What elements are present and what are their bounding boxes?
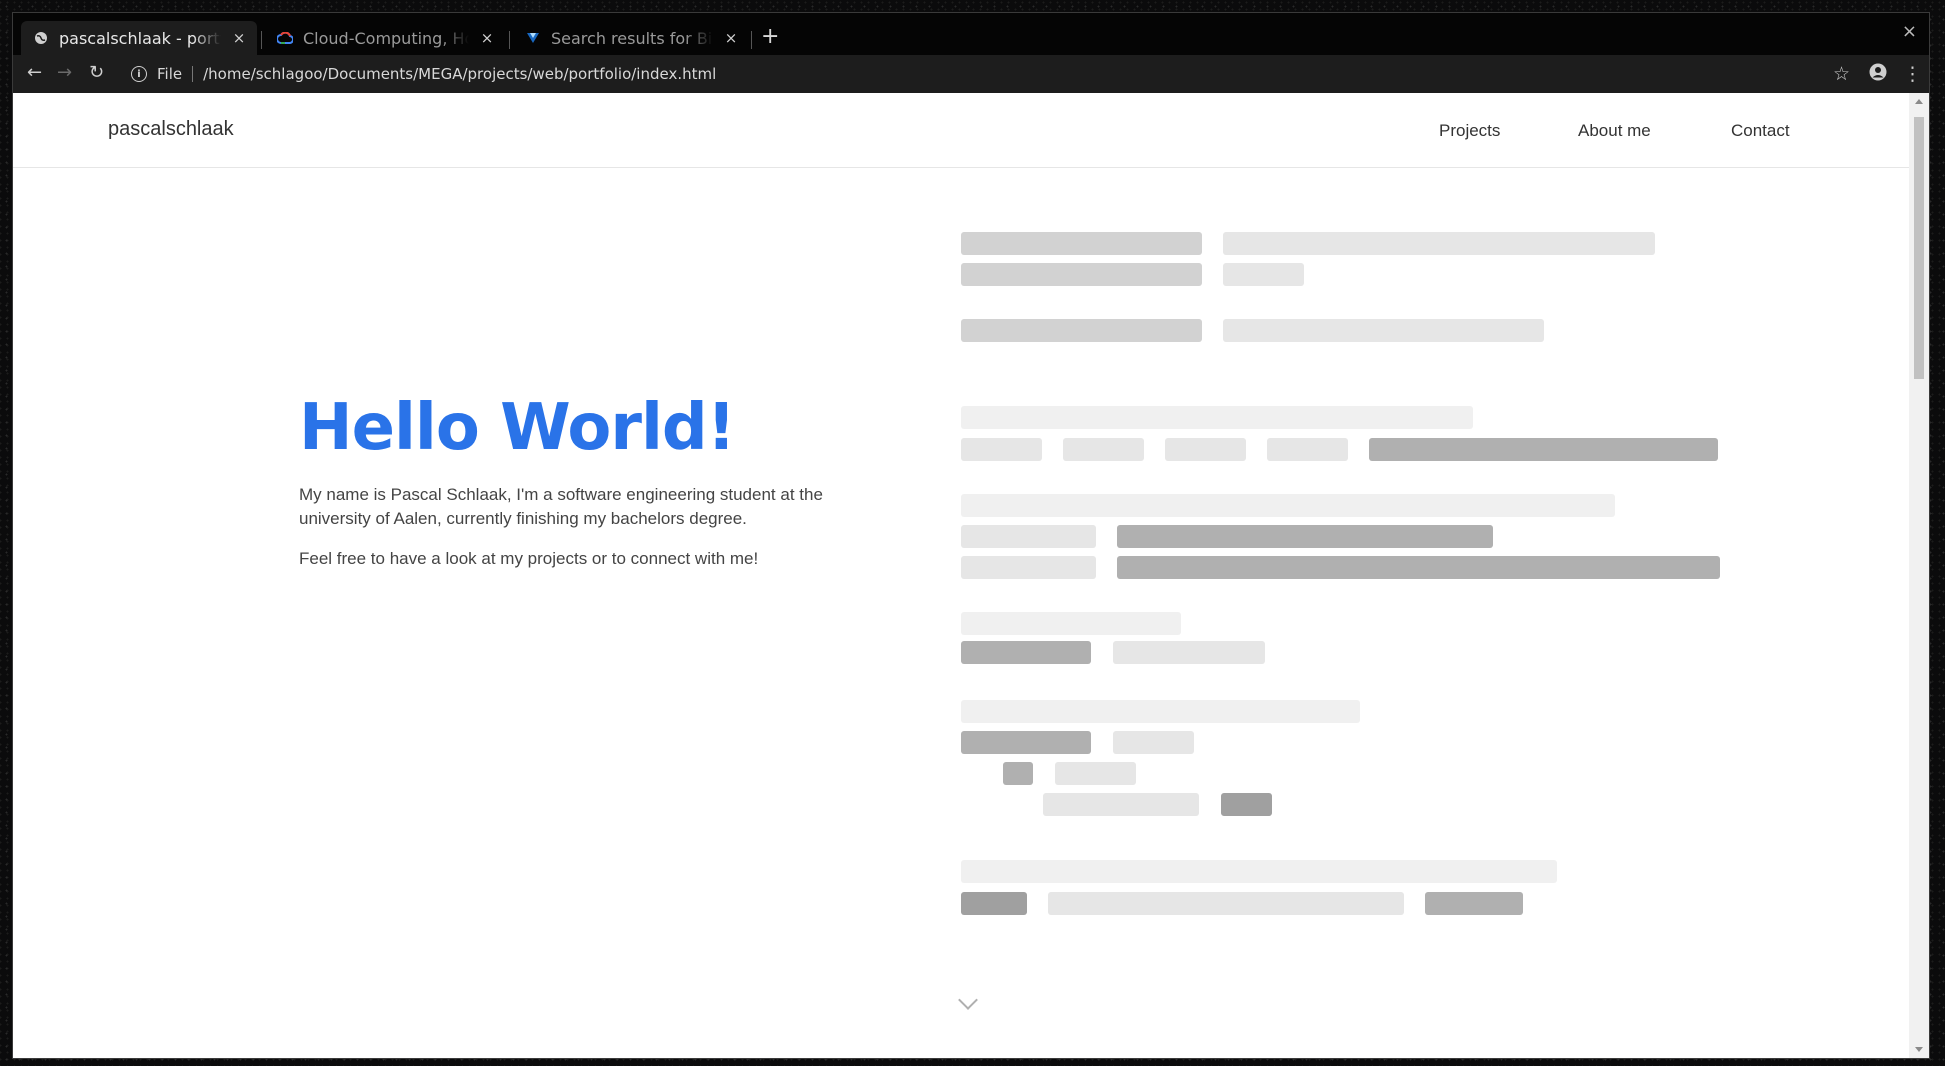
tab-close-icon[interactable]: × bbox=[477, 29, 497, 47]
vuetify-icon bbox=[525, 30, 541, 46]
browser-window: pascalschlaak - portfolio × Cloud-Comput… bbox=[12, 12, 1930, 1059]
skeleton-bar bbox=[961, 525, 1096, 548]
address-bar[interactable]: i File /home/schlagoo/Documents/MEGA/pro… bbox=[131, 59, 716, 89]
skeleton-bar bbox=[1113, 731, 1194, 754]
browser-toolbar: ← → ↻ i File /home/schlagoo/Documents/ME… bbox=[13, 55, 1929, 93]
skeleton-bar bbox=[1267, 438, 1348, 461]
skeleton-bar bbox=[1223, 319, 1544, 342]
skeleton-bar bbox=[961, 731, 1091, 754]
skeleton-bar bbox=[1221, 793, 1272, 816]
skeleton-bar bbox=[961, 494, 1615, 517]
skeleton-bar bbox=[961, 319, 1202, 342]
skeleton-bar bbox=[1117, 525, 1493, 548]
google-cloud-icon bbox=[277, 30, 293, 46]
tab-separator bbox=[509, 31, 510, 49]
globe-icon bbox=[33, 30, 49, 46]
hero-paragraph: My name is Pascal Schlaak, I'm a softwar… bbox=[299, 485, 823, 528]
nav-link-contact[interactable]: Contact bbox=[1731, 121, 1790, 141]
skeleton-bar bbox=[1223, 263, 1304, 286]
back-arrow-icon[interactable]: ← bbox=[27, 63, 42, 83]
tab-title: pascalschlaak - portfolio bbox=[59, 28, 221, 48]
tab-separator bbox=[751, 31, 752, 49]
url-text[interactable]: /home/schlagoo/Documents/MEGA/projects/w… bbox=[203, 65, 716, 83]
window-close-icon[interactable]: × bbox=[1902, 21, 1917, 42]
scroll-up-arrow-icon[interactable] bbox=[1915, 99, 1923, 104]
url-scheme: File bbox=[157, 65, 183, 83]
skeleton-bar bbox=[961, 892, 1027, 915]
tab-title: Cloud-Computing, Hosting-Dienste bbox=[303, 28, 469, 48]
page-viewport: pascalschlaak Projects About me Contact … bbox=[13, 93, 1909, 1058]
info-icon[interactable]: i bbox=[131, 66, 147, 82]
scroll-down-chevron-icon[interactable] bbox=[958, 990, 978, 1010]
skeleton-bar bbox=[1063, 438, 1144, 461]
site-navbar: pascalschlaak Projects About me Contact bbox=[13, 93, 1909, 168]
site-brand[interactable]: pascalschlaak bbox=[108, 118, 234, 141]
skeleton-bar bbox=[961, 263, 1202, 286]
skeleton-bar bbox=[961, 860, 1557, 883]
skeleton-bar bbox=[1117, 556, 1720, 579]
tab-separator bbox=[261, 31, 262, 49]
skeleton-bar bbox=[1223, 232, 1655, 255]
skeleton-bar bbox=[961, 232, 1202, 255]
skeleton-bar bbox=[1113, 641, 1265, 664]
bookmark-star-icon[interactable]: ☆ bbox=[1833, 63, 1850, 85]
hero-paragraph: Feel free to have a look at my projects … bbox=[299, 549, 759, 568]
tab-strip: pascalschlaak - portfolio × Cloud-Comput… bbox=[13, 13, 1929, 55]
skeleton-bar bbox=[1165, 438, 1246, 461]
skeleton-bar bbox=[1043, 793, 1199, 816]
skeleton-bar bbox=[1425, 892, 1523, 915]
skeleton-bar bbox=[961, 438, 1042, 461]
skeleton-bar bbox=[1369, 438, 1718, 461]
tab-close-icon[interactable]: × bbox=[229, 29, 249, 47]
skeleton-bar bbox=[961, 406, 1473, 429]
skeleton-bar bbox=[961, 700, 1360, 723]
tab-close-icon[interactable]: × bbox=[721, 29, 741, 47]
url-divider bbox=[192, 66, 194, 82]
skeleton-bar bbox=[961, 641, 1091, 664]
skeleton-bar bbox=[1003, 762, 1033, 785]
tab-cloud[interactable]: Cloud-Computing, Hosting-Dienste × bbox=[265, 21, 505, 55]
tab-portfolio[interactable]: pascalschlaak - portfolio × bbox=[21, 21, 257, 55]
page-scrollbar[interactable] bbox=[1909, 93, 1929, 1058]
forward-arrow-icon[interactable]: → bbox=[57, 63, 72, 83]
nav-link-projects[interactable]: Projects bbox=[1439, 121, 1500, 141]
hero-title: Hello World! bbox=[299, 391, 736, 465]
browser-menu-icon[interactable]: ⋮ bbox=[1903, 63, 1922, 85]
profile-icon[interactable] bbox=[1869, 63, 1887, 86]
scrollbar-thumb[interactable] bbox=[1914, 117, 1924, 379]
skeleton-bar bbox=[961, 612, 1181, 635]
tab-search[interactable]: Search results for Big data × bbox=[513, 21, 749, 55]
skeleton-bar bbox=[1055, 762, 1136, 785]
skeleton-bar bbox=[1048, 892, 1404, 915]
skeleton-bar bbox=[961, 556, 1096, 579]
tab-title: Search results for Big data bbox=[551, 28, 713, 48]
reload-icon[interactable]: ↻ bbox=[89, 63, 104, 83]
new-tab-button[interactable]: + bbox=[761, 26, 779, 48]
scroll-down-arrow-icon[interactable] bbox=[1915, 1047, 1923, 1052]
nav-link-about[interactable]: About me bbox=[1578, 121, 1651, 141]
